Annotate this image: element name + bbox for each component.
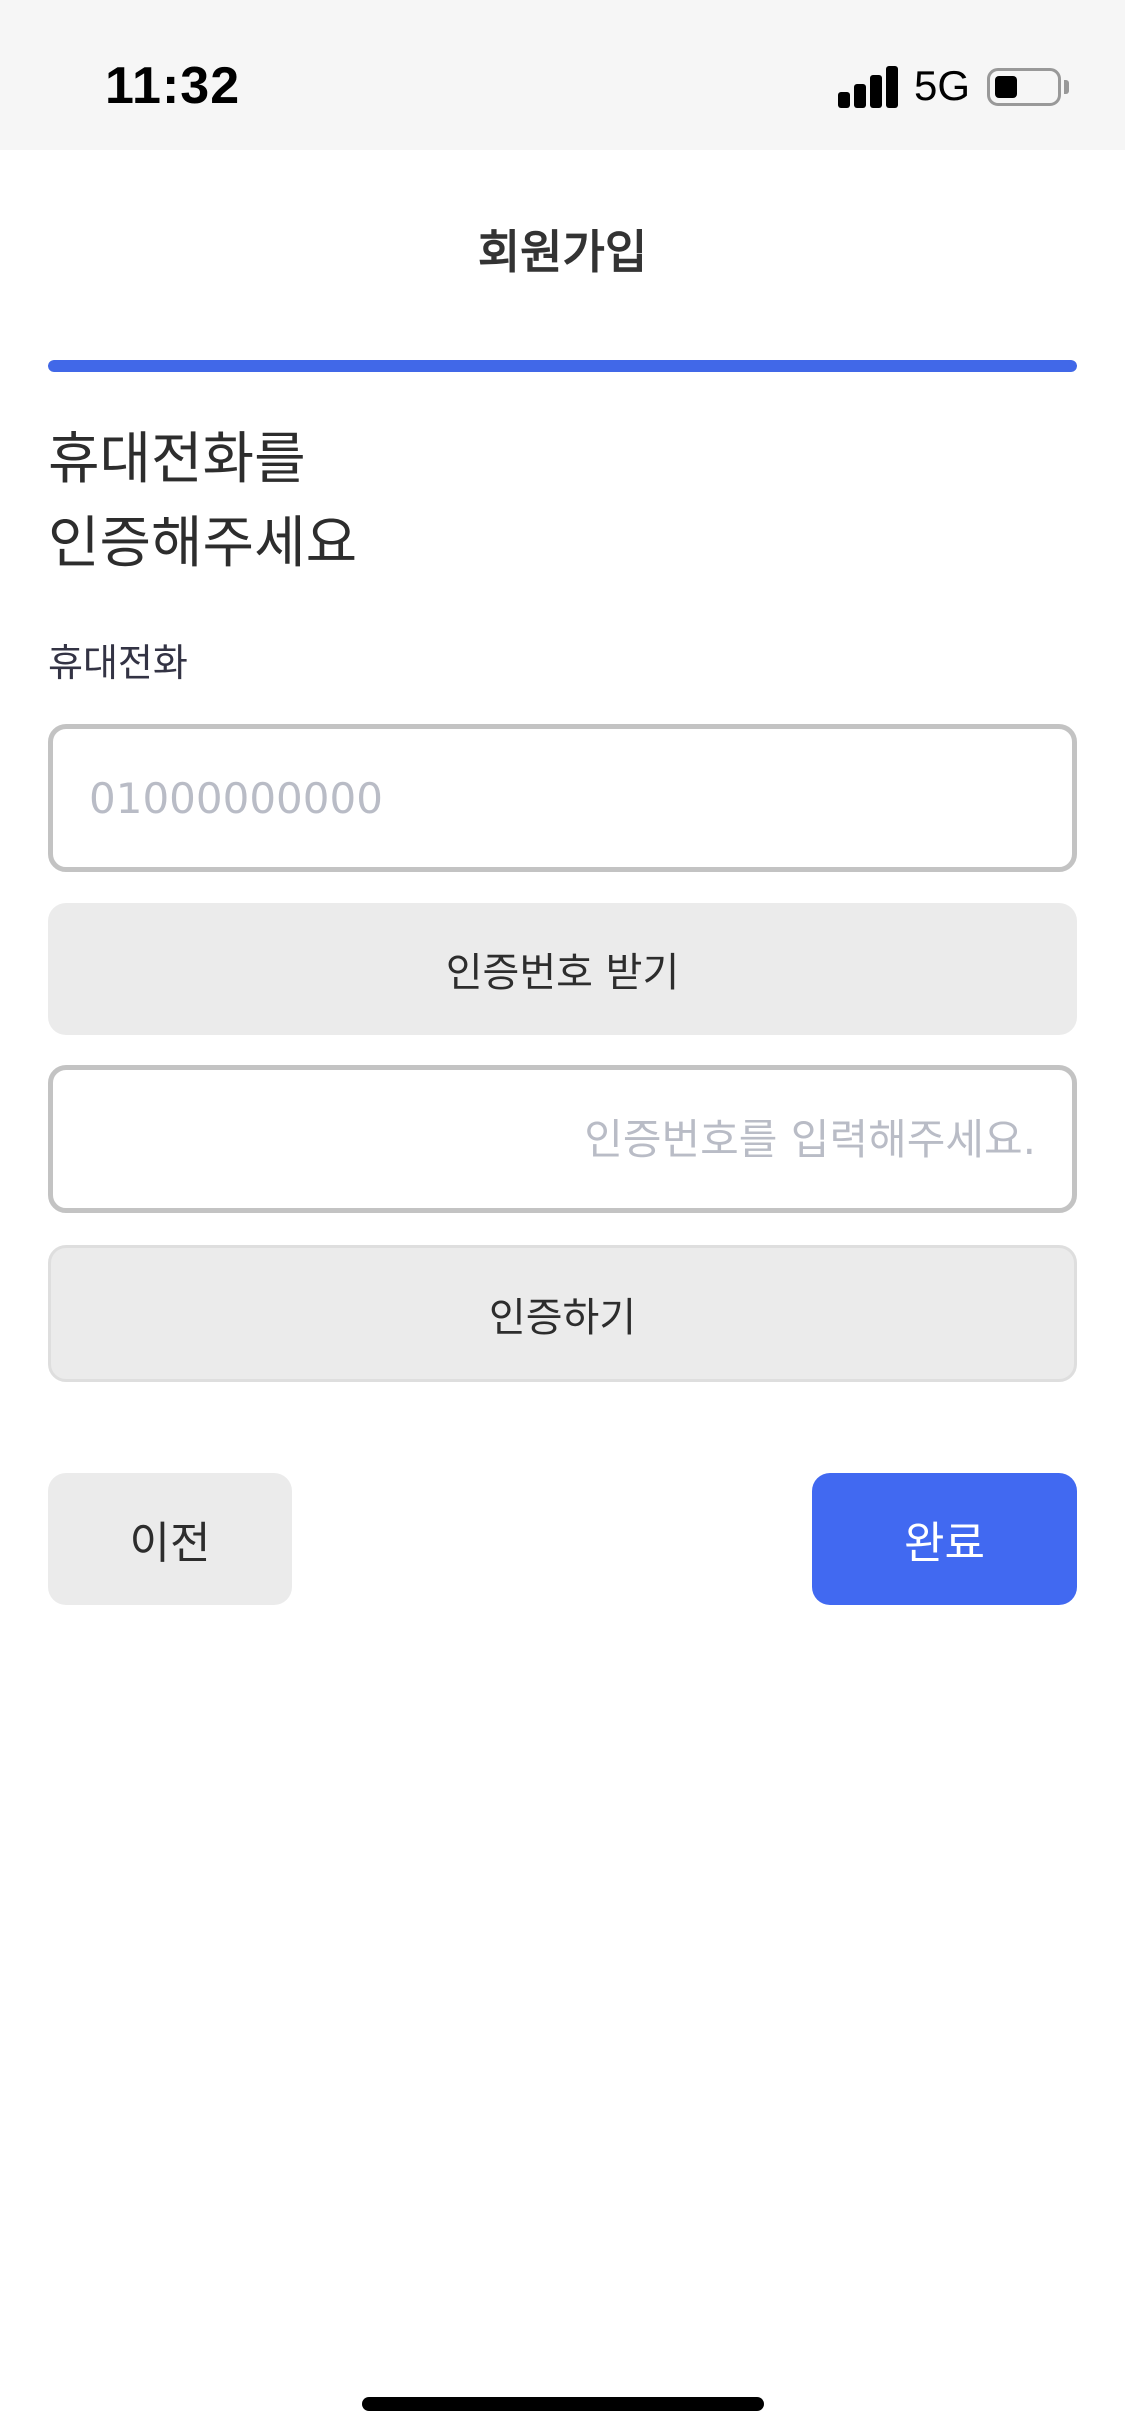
status-time: 11:32	[105, 57, 241, 115]
signup-progress-fill	[48, 360, 1077, 372]
battery-tip-icon	[1064, 80, 1069, 94]
battery-icon	[987, 68, 1061, 106]
network-type: 5G	[914, 62, 971, 109]
phone-number-input[interactable]	[48, 724, 1077, 872]
done-button[interactable]: 완료	[812, 1473, 1077, 1605]
page-title: 회원가입	[477, 225, 648, 279]
signup-progress-bar	[48, 360, 1077, 372]
signal-icon	[838, 66, 900, 108]
step-heading: 휴대전화를 인증해주세요	[48, 418, 357, 586]
request-code-button[interactable]: 인증번호 받기	[48, 903, 1077, 1035]
status-bar: 11:32 5G	[0, 0, 1125, 150]
step-heading-line-2: 인증해주세요	[48, 511, 358, 576]
verify-button[interactable]: 인증하기	[48, 1245, 1077, 1382]
verification-code-input[interactable]	[48, 1065, 1077, 1213]
previous-button[interactable]: 이전	[48, 1473, 292, 1605]
step-heading-line-1: 휴대전화를	[48, 427, 306, 492]
home-indicator[interactable]	[362, 2397, 764, 2411]
phone-field-label: 휴대전화	[48, 641, 188, 685]
